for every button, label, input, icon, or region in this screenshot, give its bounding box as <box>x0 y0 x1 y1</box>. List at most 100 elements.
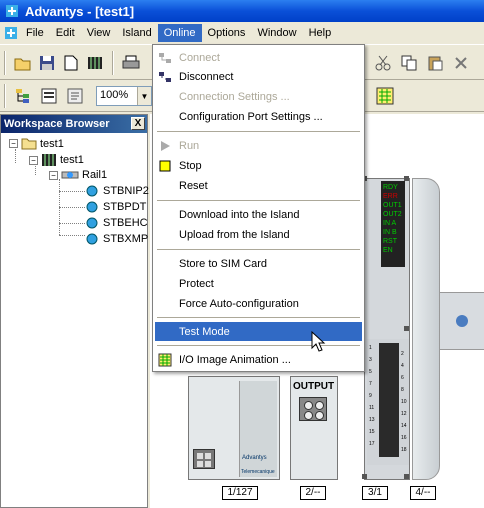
title-bar: Advantys - [test1] <box>0 0 484 22</box>
tree-view-icon[interactable] <box>12 85 34 107</box>
menu-item-connect[interactable]: Connect <box>155 48 362 67</box>
menu-item-label: Store to SIM Card <box>179 257 268 270</box>
tree-node-module[interactable]: STBPDT <box>85 201 146 213</box>
menu-file[interactable]: File <box>20 24 50 42</box>
menu-item-download[interactable]: Download into the Island <box>155 205 362 224</box>
menu-item-label: Reset <box>179 179 208 192</box>
tree-label-module: STBNIP2 <box>103 185 149 197</box>
menu-item-label: I/O Image Animation ... <box>179 353 291 366</box>
menu-item-force-autoconfig[interactable]: Force Auto-configuration <box>155 294 362 313</box>
selection-handle[interactable] <box>404 474 409 479</box>
selection-handle[interactable] <box>404 176 409 181</box>
menu-item-disconnect[interactable]: Disconnect <box>155 67 362 86</box>
tree-node-island[interactable]: − test1 <box>29 153 84 167</box>
output-module[interactable]: OUTPUT <box>290 376 338 480</box>
collapse-icon[interactable]: − <box>29 155 38 165</box>
connect-icon <box>155 48 175 67</box>
menu-item-label: Protect <box>179 277 214 290</box>
cut-icon[interactable] <box>372 52 394 74</box>
terminal-number: 11 <box>369 405 375 411</box>
tree-label-rail: Rail1 <box>82 169 108 181</box>
menu-item-stop[interactable]: Stop <box>155 156 362 175</box>
terminal-number: 3 <box>369 357 372 363</box>
copy-icon[interactable] <box>398 52 420 74</box>
collapse-icon[interactable]: − <box>49 170 58 180</box>
island-grid-icon[interactable] <box>84 52 106 74</box>
paste-icon[interactable] <box>424 52 446 74</box>
workspace-browser-header: Workspace Browser X <box>1 115 147 133</box>
window-title: Advantys - [test1] <box>25 3 135 19</box>
menu-icon-spacer <box>155 254 175 273</box>
menu-item-reset[interactable]: Reset <box>155 176 362 195</box>
output-label: OUTPUT <box>293 381 335 392</box>
menu-window[interactable]: Window <box>251 24 302 42</box>
properties-icon[interactable] <box>38 85 60 107</box>
toolbar-separator <box>112 51 114 75</box>
delete-icon[interactable] <box>450 52 472 74</box>
tree-label-module: STBXMP <box>103 233 149 245</box>
menu-item-io-animation[interactable]: I/O Image Animation ... <box>155 350 362 369</box>
selection-handle[interactable] <box>404 326 409 331</box>
zoom-select[interactable]: 100% ▼ <box>96 86 152 106</box>
selection-handle[interactable] <box>362 474 367 479</box>
menu-options[interactable]: Options <box>202 24 252 42</box>
tree-node-module[interactable]: STBEHC <box>85 217 148 229</box>
menu-item-config-port-settings[interactable]: Configuration Port Settings ... <box>155 107 362 126</box>
island-icon <box>42 154 56 166</box>
end-plate[interactable] <box>412 178 440 480</box>
menu-item-store-sim[interactable]: Store to SIM Card <box>155 254 362 273</box>
terminal-number: 7 <box>369 381 372 387</box>
menu-view[interactable]: View <box>81 24 117 42</box>
tree-node-module[interactable]: STBXMP <box>85 233 148 245</box>
folder-icon <box>21 138 37 150</box>
toolbar-grip <box>4 84 6 108</box>
menu-item-label: Force Auto-configuration <box>179 297 299 310</box>
menu-island[interactable]: Island <box>116 24 157 42</box>
terminal-number: 16 <box>401 435 407 441</box>
menu-item-connection-settings[interactable]: Connection Settings ... <box>155 87 362 106</box>
save-icon[interactable] <box>36 52 58 74</box>
close-icon[interactable]: X <box>131 117 145 130</box>
led-panel: RDY ERR OUT1 OUT2 IN A IN B RST EN <box>381 181 405 267</box>
io-animation-toolbar-icon[interactable] <box>374 85 396 107</box>
print-icon[interactable] <box>120 52 142 74</box>
collapse-icon[interactable]: − <box>9 139 18 148</box>
menu-online[interactable]: Online <box>157 24 202 42</box>
menu-item-run[interactable]: Run <box>155 136 362 155</box>
menu-item-label: Connect <box>179 51 220 64</box>
led-rst: RST <box>383 238 397 245</box>
terminal-number: 5 <box>369 369 372 375</box>
menu-help[interactable]: Help <box>303 24 338 42</box>
menu-item-label: Upload from the Island <box>179 228 290 241</box>
menu-item-upload[interactable]: Upload from the Island <box>155 225 362 244</box>
tree-connector <box>59 223 85 224</box>
menu-item-test-mode[interactable]: Test Mode <box>155 322 362 341</box>
tree-connector <box>59 235 85 236</box>
tree-node-module[interactable]: STBNIP2 <box>85 185 149 197</box>
menu-item-label: Run <box>179 139 200 152</box>
tree-node-workspace[interactable]: − test1 <box>9 137 64 150</box>
menu-item-label: Disconnect <box>179 70 234 83</box>
new-document-icon[interactable] <box>60 52 82 74</box>
led-err: ERR <box>383 193 398 200</box>
menu-icon-spacer <box>155 205 175 224</box>
tree-label-module: STBPDT <box>103 201 147 213</box>
online-menu-dropdown: Connect Disconnect Connection Settings .… <box>152 44 365 372</box>
tree-connector <box>59 207 85 208</box>
terminal-number: 12 <box>401 411 407 417</box>
menu-item-label: Stop <box>179 159 202 172</box>
system-menu-icon[interactable] <box>2 24 20 42</box>
terminal-number: 14 <box>401 423 407 429</box>
menu-edit[interactable]: Edit <box>50 24 81 42</box>
module-icon <box>86 185 98 197</box>
open-folder-icon[interactable] <box>12 52 34 74</box>
menu-item-protect[interactable]: Protect <box>155 274 362 293</box>
mouse-cursor-icon <box>311 331 326 352</box>
tree-node-rail[interactable]: − Rail1 <box>49 169 107 181</box>
workspace-browser-title: Workspace Browser <box>4 118 110 130</box>
terminal-number: 6 <box>401 375 404 381</box>
nim-module[interactable]: Advantys Telemecanique <box>188 376 280 480</box>
report-icon[interactable] <box>64 85 86 107</box>
tree-label-module: STBEHC <box>103 217 148 229</box>
chevron-down-icon[interactable]: ▼ <box>137 87 151 105</box>
